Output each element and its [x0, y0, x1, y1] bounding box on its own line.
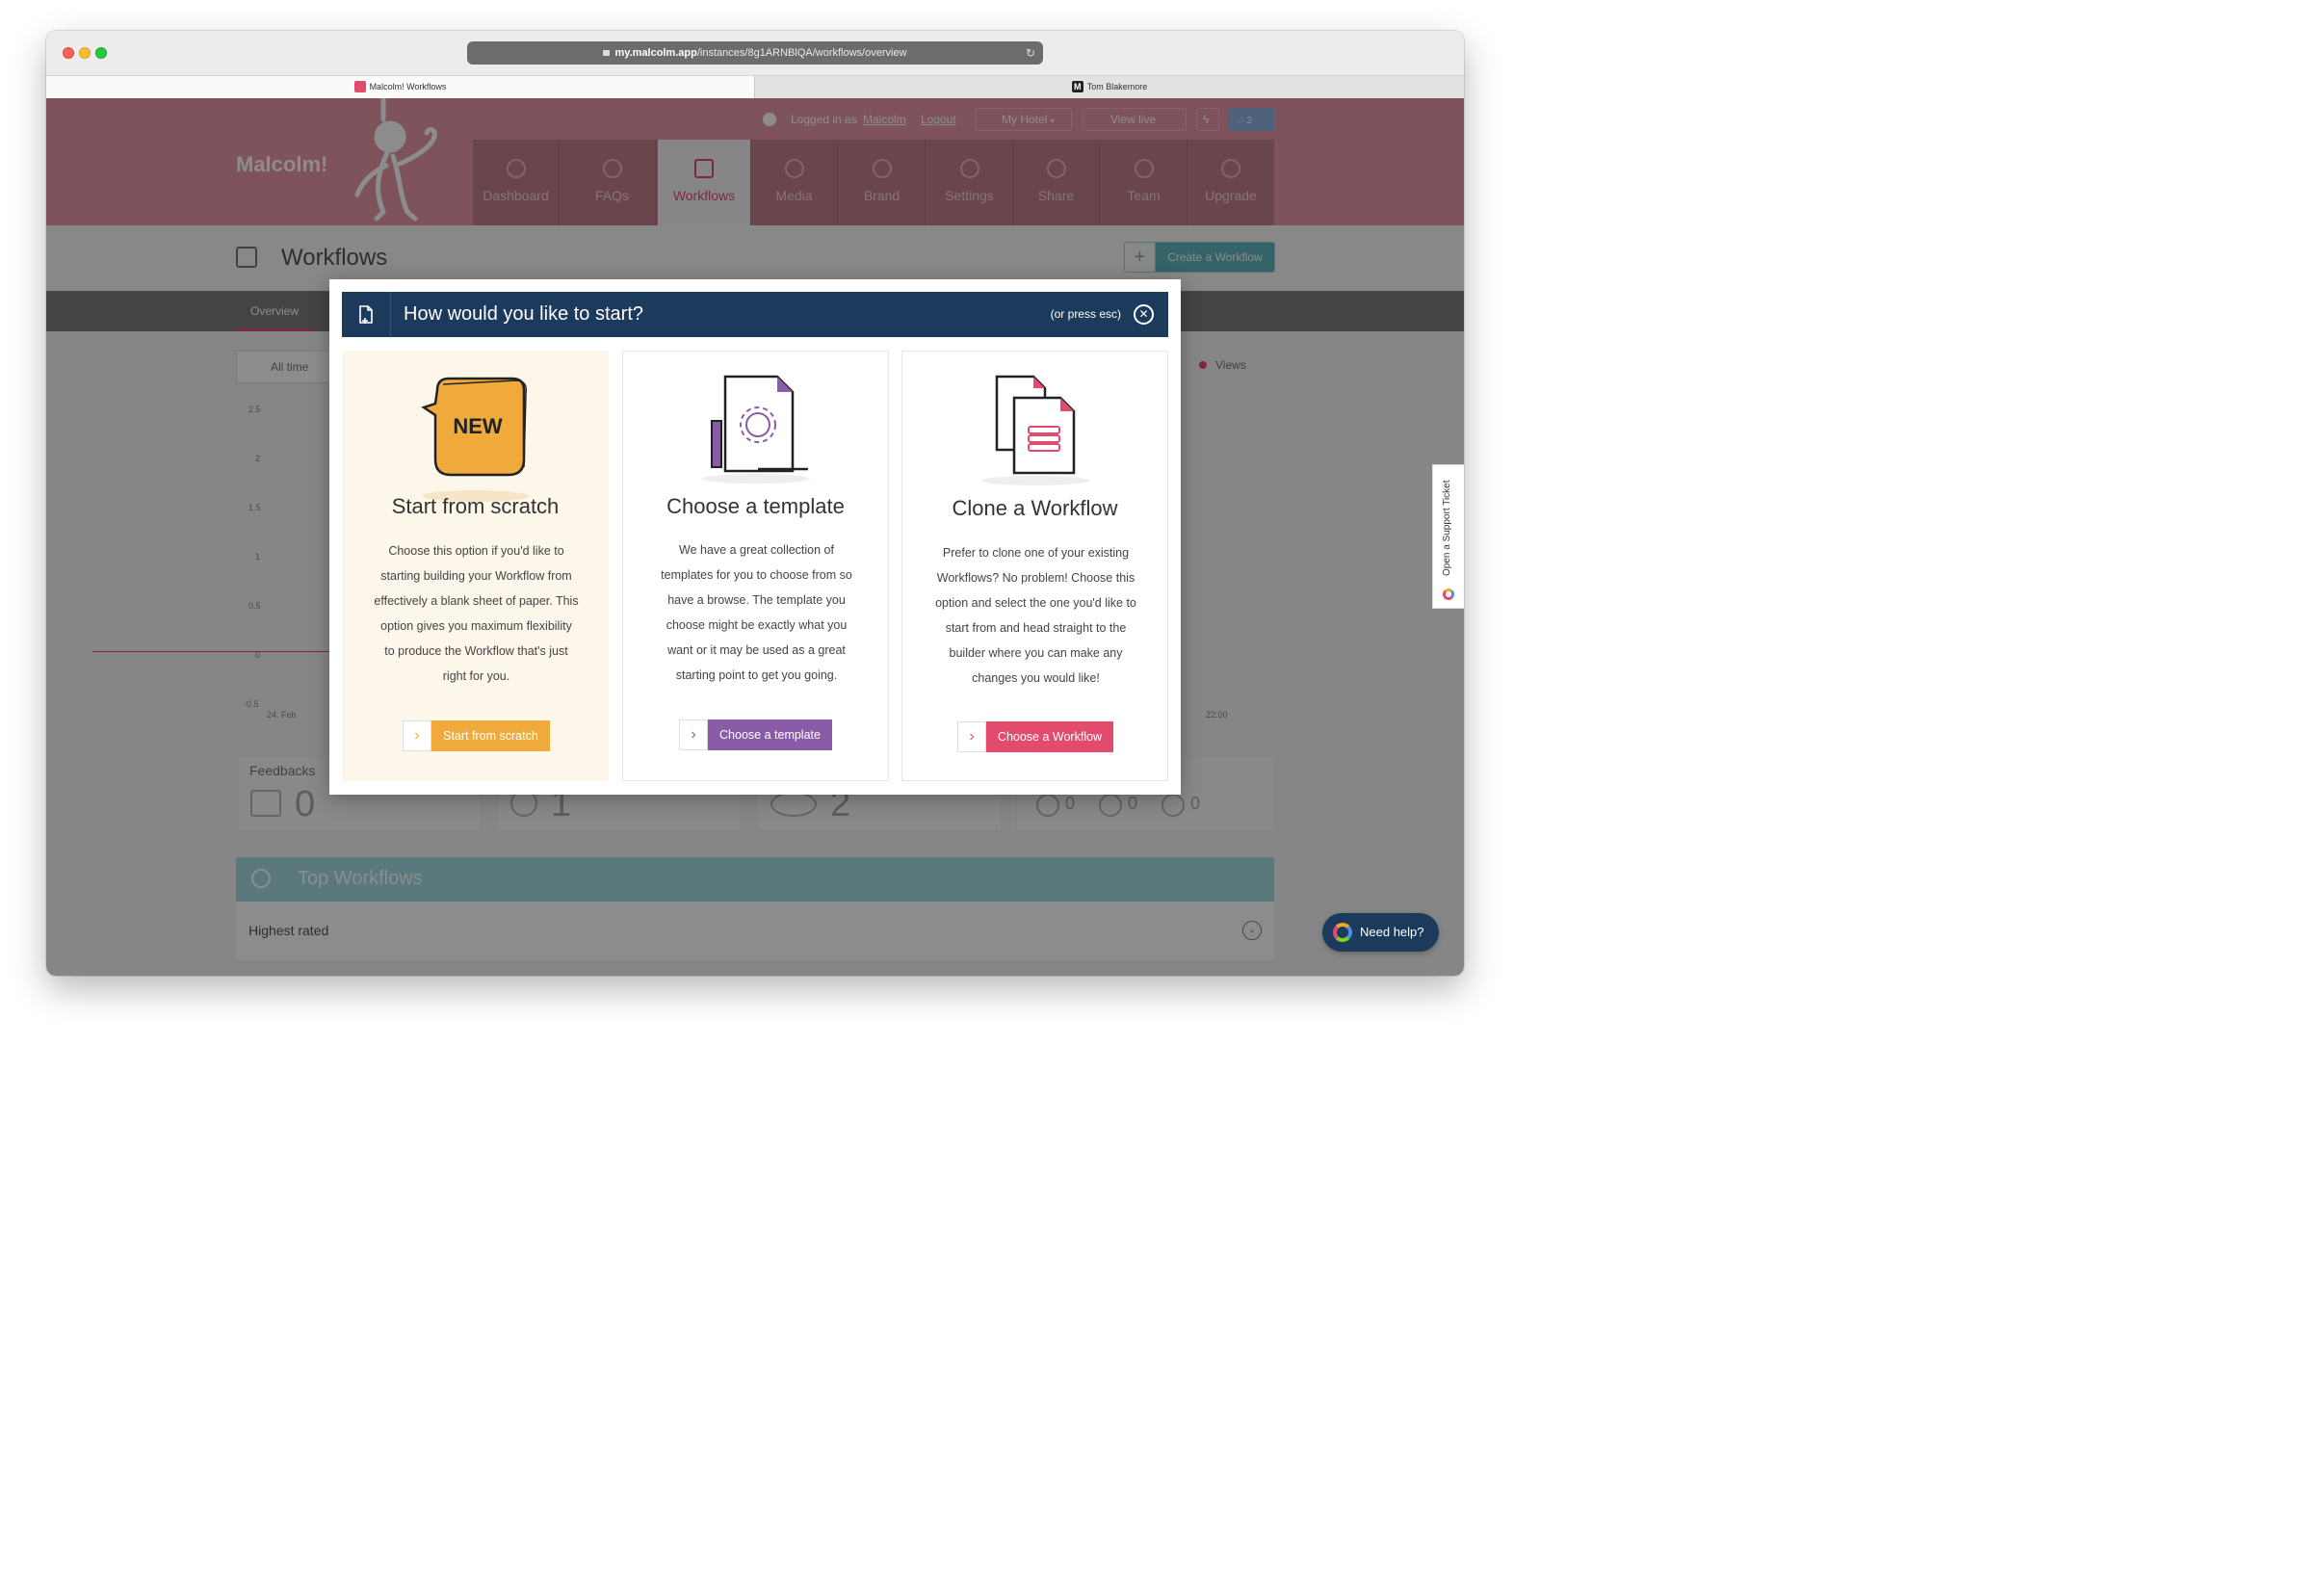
close-icon[interactable]: ✕ — [1134, 304, 1154, 325]
desc-line: templates for you to choose from so — [661, 568, 852, 582]
chevron-right-icon: › — [957, 721, 986, 752]
option-start-from-scratch[interactable]: NEW Start from scratch Choose this optio… — [342, 351, 609, 781]
button-label: Start from scratch — [431, 720, 550, 751]
desc-line: We have a great collection of — [679, 543, 834, 557]
option-choose-template[interactable]: Choose a template We have a great collec… — [622, 351, 889, 781]
option-title: Clone a Workflow — [952, 496, 1118, 520]
browser-tabbar: Malcolm! Workflows M Tom Blakemore — [46, 75, 1464, 98]
desc-line: right for you. — [442, 669, 510, 683]
new-badge-text: NEW — [453, 414, 503, 438]
desc-line: starting point to get you going. — [675, 668, 838, 682]
app-page: Malcolm! Logged in as Malcolm Logout My … — [46, 98, 1464, 976]
chevron-right-icon: › — [403, 720, 431, 751]
need-help-button[interactable]: Need help? — [1322, 913, 1439, 952]
support-ring-icon — [1443, 589, 1454, 600]
desc-line: to produce the Workflow that's just — [384, 644, 568, 658]
button-label: Choose a template — [708, 720, 832, 750]
option-title: Start from scratch — [391, 494, 560, 518]
help-ring-icon — [1333, 923, 1352, 942]
support-ticket-tab[interactable]: Open a Support Ticket — [1432, 464, 1464, 609]
desc-line: Prefer to clone one of your existing — [942, 546, 1130, 560]
desc-line: Choose this option if you'd like to — [388, 544, 564, 558]
option-title: Choose a template — [666, 494, 845, 518]
tab-label: Tom Blakemore — [1086, 82, 1148, 92]
desc-line: effectively a blank sheet of paper. This — [374, 594, 579, 608]
browser-tab-malcolm[interactable]: Malcolm! Workflows — [46, 76, 754, 98]
modal-title: How would you like to start? — [404, 303, 644, 325]
choose-template-button[interactable]: › Choose a template — [679, 720, 832, 750]
browser-titlebar: my.malcolm.app/instances/8g1ARNBlQA/work… — [46, 31, 1464, 75]
desc-line: changes you would like! — [972, 671, 1100, 685]
desc-line: Workflows? No problem! Choose this — [936, 571, 1135, 585]
desc-line: starting building your Workflow from — [380, 569, 572, 583]
choose-workflow-button[interactable]: › Choose a Workflow — [957, 721, 1113, 752]
desc-line: builder where you can make any — [949, 646, 1123, 660]
option-description: Choose this option if you'd like to star… — [367, 538, 586, 689]
minimize-window-button[interactable] — [79, 47, 91, 59]
clone-documents-icon — [981, 375, 1089, 485]
new-document-icon — [359, 305, 373, 324]
desc-line: option gives you maximum flexibility — [380, 619, 572, 633]
close-window-button[interactable] — [63, 47, 74, 59]
esc-hint: (or press esc) — [1050, 307, 1121, 321]
malcolm-favicon-icon — [353, 80, 366, 92]
modal-header: How would you like to start? (or press e… — [342, 292, 1168, 337]
lock-icon — [603, 50, 611, 56]
address-bar[interactable]: my.malcolm.app/instances/8g1ARNBlQA/work… — [467, 41, 1043, 65]
url-path: /instances/8g1ARNBlQA/workflows/overview — [696, 47, 907, 59]
url-domain: my.malcolm.app — [614, 47, 697, 59]
desc-line: start from and head straight to the — [945, 621, 1127, 635]
chevron-right-icon: › — [679, 720, 708, 750]
m-favicon-icon: M — [1071, 80, 1083, 92]
desc-line: want or it may be used as a great — [667, 643, 846, 657]
start-from-scratch-button[interactable]: › Start from scratch — [403, 720, 550, 751]
modal-header-icon-cell — [342, 292, 391, 337]
start-workflow-modal: How would you like to start? (or press e… — [329, 279, 1181, 795]
support-ticket-label: Open a Support Ticket — [1442, 480, 1452, 576]
desc-line: option and select the one you'd like to — [935, 596, 1136, 610]
desc-line: choose might be exactly what you — [666, 618, 848, 632]
option-description: Prefer to clone one of your existing Wor… — [922, 540, 1150, 691]
new-badge-icon: NEW — [421, 377, 530, 502]
browser-window: my.malcolm.app/instances/8g1ARNBlQA/work… — [46, 31, 1464, 976]
desc-line: have a browse. The template you — [667, 593, 846, 607]
browser-tab-tom[interactable]: M Tom Blakemore — [754, 76, 1464, 98]
option-description: We have a great collection of templates … — [647, 537, 866, 688]
option-clone-workflow[interactable]: Clone a Workflow Prefer to clone one of … — [901, 351, 1168, 781]
need-help-label: Need help? — [1360, 925, 1424, 939]
template-document-icon — [702, 375, 810, 484]
tab-label: Malcolm! Workflows — [369, 82, 447, 92]
reload-icon[interactable]: ↻ — [1026, 41, 1035, 65]
button-label: Choose a Workflow — [986, 721, 1113, 752]
maximize-window-button[interactable] — [95, 47, 107, 59]
